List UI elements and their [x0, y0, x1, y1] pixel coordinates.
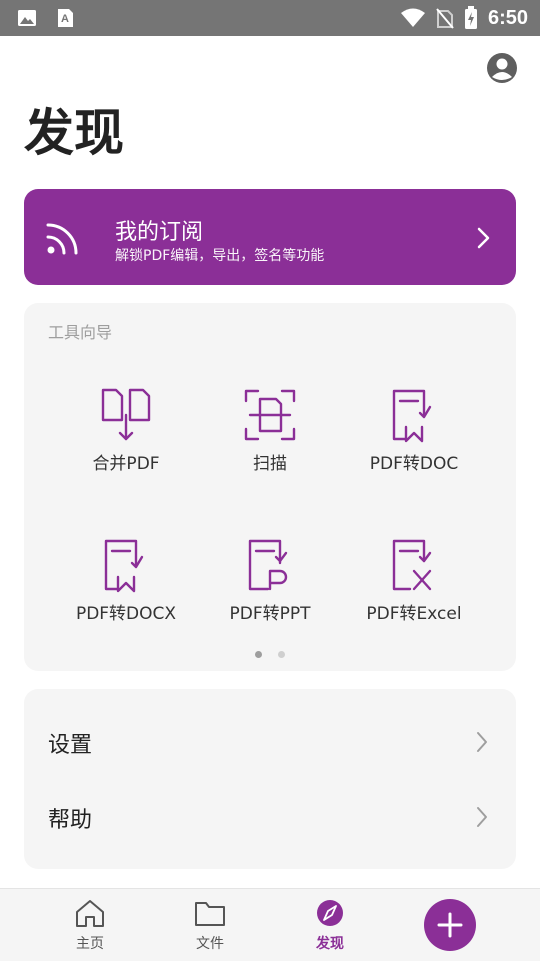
tools-guide-card: 工具向导 合并PDF 扫描 PDF转DOC PDF转DOCX PDF转PPT P… — [24, 303, 516, 671]
nav-files[interactable]: 文件 — [170, 899, 250, 953]
plus-icon — [437, 912, 463, 938]
chevron-right-icon — [477, 732, 487, 752]
settings-card: 设置 帮助 — [24, 689, 516, 869]
add-button[interactable] — [424, 899, 476, 951]
page-dot-active — [255, 651, 262, 658]
nav-home[interactable]: 主页 — [50, 899, 130, 953]
tool-label: PDF转DOC — [369, 454, 459, 474]
nav-label: 发现 — [316, 936, 344, 952]
top-bar — [0, 36, 540, 104]
subscription-title: 我的订阅 — [115, 220, 204, 245]
image-notification-icon — [18, 10, 36, 26]
docx-icon — [104, 539, 144, 593]
page-dot — [278, 651, 285, 658]
tool-label: PDF转Excel — [366, 604, 462, 624]
font-notification-icon: A — [58, 9, 73, 27]
tool-label: 合并PDF — [92, 454, 160, 474]
wifi-icon — [400, 8, 425, 27]
tool-pdf-to-doc[interactable]: PDF转DOC — [339, 387, 489, 497]
status-time: 6:50 — [487, 6, 528, 29]
compass-icon — [317, 900, 343, 926]
tool-merge-pdf[interactable]: 合并PDF — [51, 387, 201, 497]
tool-pdf-to-docx[interactable]: PDF转DOCX — [51, 537, 201, 647]
excel-icon — [392, 539, 432, 591]
chevron-right-icon — [477, 807, 487, 827]
subscription-description: 解锁PDF编辑，导出，签名等功能 — [115, 248, 325, 264]
status-bar: A 6:50 — [0, 0, 540, 36]
tool-pdf-to-ppt[interactable]: PDF转PPT — [195, 537, 345, 647]
tool-scan[interactable]: 扫描 — [195, 387, 345, 497]
page-indicator — [24, 651, 516, 658]
merge-pdf-icon — [101, 388, 151, 441]
tools-guide-title: 工具向导 — [48, 323, 113, 342]
battery-charging-icon — [464, 6, 477, 29]
bottom-navigation: 主页 文件 发现 — [0, 888, 540, 961]
nav-discover[interactable]: 发现 — [290, 899, 370, 953]
tool-pdf-to-excel[interactable]: PDF转Excel — [339, 537, 489, 647]
ppt-icon — [248, 539, 288, 591]
subscription-card[interactable]: 我的订阅 解锁PDF编辑，导出，签名等功能 — [24, 189, 516, 285]
page-title: 发现 — [24, 104, 124, 162]
tool-label: PDF转PPT — [229, 604, 311, 624]
home-icon — [76, 900, 104, 927]
rss-icon — [46, 223, 78, 255]
help-row[interactable]: 帮助 — [24, 782, 516, 854]
scan-icon — [244, 389, 296, 441]
chevron-right-icon — [477, 227, 490, 249]
settings-label: 设置 — [48, 733, 93, 758]
nav-label: 文件 — [196, 936, 224, 952]
account-icon[interactable] — [486, 52, 518, 84]
tool-label: 扫描 — [253, 454, 287, 474]
svg-text:A: A — [61, 13, 69, 25]
nav-label: 主页 — [76, 936, 104, 952]
settings-row[interactable]: 设置 — [24, 707, 516, 779]
no-sim-icon — [436, 8, 454, 29]
tool-label: PDF转DOCX — [75, 604, 177, 624]
doc-icon — [392, 389, 432, 443]
help-label: 帮助 — [48, 808, 93, 833]
folder-icon — [195, 902, 225, 926]
